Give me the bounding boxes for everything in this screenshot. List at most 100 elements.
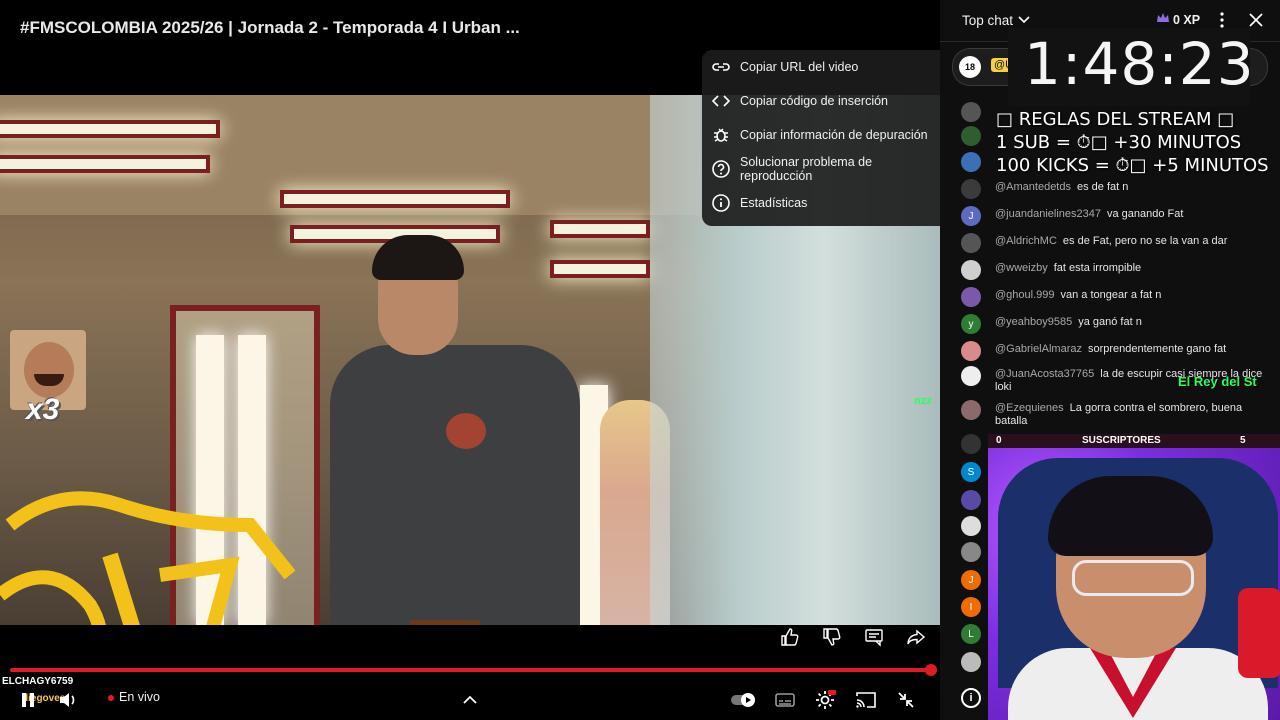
avatar[interactable] — [961, 233, 981, 253]
volume-icon[interactable] — [56, 688, 80, 712]
menu-item-label: Estadísticas — [740, 196, 808, 210]
xp-value: 0 XP — [1173, 12, 1201, 27]
scene-hair — [372, 235, 464, 280]
chat-message-text: va ganando Fat — [1106, 208, 1184, 220]
embed-code-icon — [711, 91, 731, 111]
chat-message-text: sorprendentemente gano fat — [1087, 343, 1227, 355]
menu-item-stats[interactable]: Estadísticas — [702, 186, 940, 220]
player-controls: ELCHAGY6759 diegoves En vivo — [0, 676, 940, 720]
dislike-icon[interactable] — [820, 625, 844, 649]
chat-mode-dropdown[interactable]: Top chat — [962, 13, 1013, 28]
avatar[interactable]: L — [961, 624, 981, 644]
chat-username[interactable]: @wweizby — [995, 262, 1048, 274]
chat-message-body: @juandanielines2347 va ganando Fat — [995, 208, 1265, 221]
scene-light — [550, 220, 650, 238]
comments-icon[interactable] — [862, 625, 886, 649]
avatar[interactable] — [961, 490, 981, 510]
scene-light — [0, 120, 220, 138]
avatar[interactable] — [961, 366, 981, 386]
chevron-down-icon[interactable] — [1018, 13, 1030, 28]
exit-fullscreen-icon[interactable] — [894, 688, 918, 712]
chat-username[interactable]: @GabrielAlmaraz — [995, 343, 1082, 355]
chat-message-body: @yeahboy9585 ya ganó fat n — [995, 316, 1265, 329]
chat-message-text: van a tongear a fat n — [1060, 289, 1162, 301]
sub-goal-title: SUSCRIPTORES — [1082, 435, 1161, 446]
live-label[interactable]: En vivo — [119, 690, 160, 704]
subscriber-goal-bar: 0 SUSCRIPTORES 5 — [988, 434, 1280, 448]
rules-line: 1 SUB = ⏱□ +30 MINUTOS — [996, 132, 1242, 153]
chat-message-text: es de fat n — [1077, 181, 1129, 193]
info-icon — [711, 193, 731, 213]
scene-light — [0, 155, 210, 173]
chat-username[interactable]: @yeahboy9585 — [995, 316, 1072, 328]
menu-item-copy-embed[interactable]: Copiar código de inserción — [702, 84, 940, 118]
overlay-tag: nzz — [914, 395, 932, 407]
xp-badge[interactable]: 0 XP — [1156, 12, 1200, 27]
video-player[interactable]: #FMSCOLOMBIA 2025/26 | Jornada 2 - Tempo… — [0, 0, 940, 720]
avatar[interactable] — [961, 287, 981, 307]
avatar[interactable] — [961, 179, 981, 199]
menu-item-copy-url[interactable]: Copiar URL del video — [702, 50, 940, 84]
autoplay-toggle[interactable] — [730, 688, 758, 712]
avatar[interactable] — [961, 516, 981, 536]
progress-bar[interactable] — [10, 668, 932, 672]
chat-username[interactable]: @Amantedetds — [995, 181, 1071, 193]
avatar[interactable] — [961, 341, 981, 361]
scene-belt — [410, 620, 480, 625]
chat-message-text: fat esta irrompible — [1053, 262, 1142, 274]
more-vert-icon[interactable] — [1216, 10, 1228, 30]
settings-gear-icon[interactable] — [813, 688, 837, 712]
shirt-emblem — [446, 413, 486, 449]
chat-username[interactable]: @juandanielines2347 — [995, 208, 1101, 220]
avatar[interactable]: J — [961, 206, 981, 226]
help-circle-icon — [711, 159, 731, 179]
avatar: 18 — [959, 56, 981, 78]
chat-message-body: @ghoul.999 van a tongear a fat n — [995, 289, 1265, 302]
avatar[interactable] — [961, 542, 981, 562]
chat-message-body: @wweizby fat esta irrompible — [995, 262, 1265, 275]
avatar[interactable] — [961, 434, 981, 454]
chat-username[interactable]: @JuanAcosta37765 — [995, 368, 1094, 380]
chevron-up-icon[interactable] — [458, 688, 482, 712]
progress-scrubber[interactable] — [925, 664, 937, 676]
chat-username[interactable]: @AldrichMC — [995, 235, 1057, 247]
avatar — [961, 102, 981, 122]
stream-rules-overlay: □ REGLAS DEL STREAM □ 1 SUB = ⏱□ +30 MIN… — [996, 108, 1280, 177]
avatar[interactable] — [961, 652, 981, 672]
scene-person — [330, 345, 580, 625]
avatar[interactable]: S — [961, 462, 981, 482]
video-title: #FMSCOLOMBIA 2025/26 | Jornada 2 - Tempo… — [20, 18, 520, 37]
avatar — [961, 152, 981, 172]
scene-light — [280, 190, 510, 208]
live-indicator — [108, 695, 114, 701]
reaction-bar — [778, 625, 928, 649]
chat-username[interactable]: @Ezequienes — [995, 402, 1064, 414]
menu-item-label: Copiar URL del video — [740, 60, 859, 74]
close-icon[interactable] — [1246, 10, 1266, 30]
menu-item-copy-debug[interactable]: Copiar información de depuración — [702, 118, 940, 152]
menu-item-troubleshoot[interactable]: Solucionar problema de reproducción — [702, 152, 940, 186]
context-menu: Copiar URL del video Copiar código de in… — [702, 50, 940, 226]
avatar[interactable]: y — [961, 314, 981, 334]
captions-icon[interactable] — [773, 688, 797, 712]
like-icon[interactable] — [778, 625, 802, 649]
chat-message-text: es de Fat, pero no se la van a dar — [1062, 235, 1228, 247]
stream-timer: 1:48:23 — [1024, 30, 1255, 98]
info-icon[interactable]: i — [961, 688, 981, 708]
menu-item-label: Copiar código de inserción — [740, 94, 889, 108]
chat-message-body: @Amantedetds es de fat n — [995, 181, 1265, 194]
avatar[interactable] — [961, 260, 981, 280]
chat-username[interactable]: @ghoul.999 — [995, 289, 1055, 301]
emote-count: x3 — [26, 393, 60, 426]
cast-icon[interactable] — [854, 688, 878, 712]
scene-light — [550, 260, 650, 278]
rules-title: □ REGLAS DEL STREAM □ — [996, 109, 1235, 130]
avatar[interactable]: I — [961, 597, 981, 617]
share-icon[interactable] — [904, 625, 928, 649]
avatar[interactable]: J — [961, 570, 981, 590]
sub-goal-current: 0 — [996, 435, 1002, 446]
pause-icon[interactable] — [16, 688, 40, 712]
avatar[interactable] — [961, 400, 981, 420]
chat-message-body: @AldrichMC es de Fat, pero no se la van a… — [995, 235, 1265, 248]
avatar — [961, 126, 981, 146]
